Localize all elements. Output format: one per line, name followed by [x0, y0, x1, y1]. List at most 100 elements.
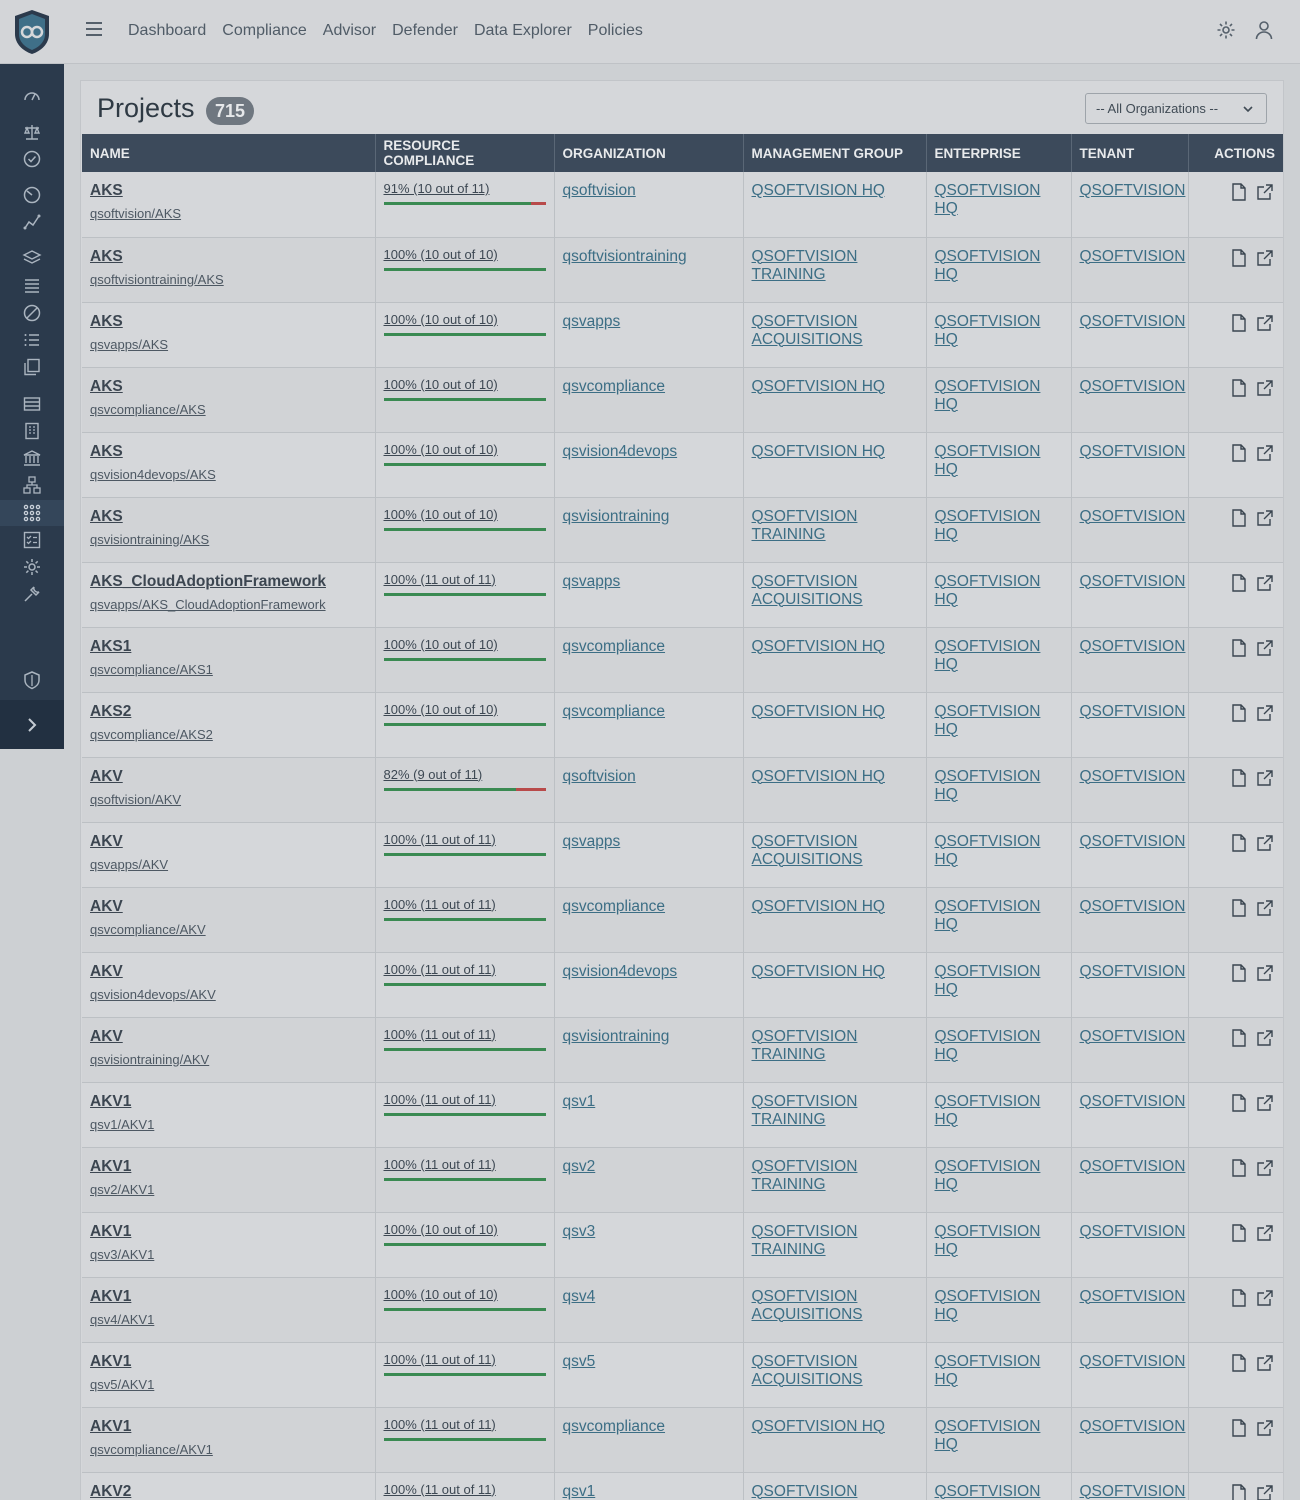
checklist-icon[interactable] — [22, 530, 42, 550]
nav-dashboard[interactable]: Dashboard — [128, 22, 206, 40]
project-name-link[interactable]: AKV — [90, 833, 367, 851]
project-name-link[interactable]: AKS — [90, 182, 367, 200]
project-path-link[interactable]: qsvapps/AKS_CloudAdoptionFramework — [90, 597, 367, 612]
external-link-icon[interactable] — [1255, 703, 1275, 723]
hierarchy-icon[interactable] — [22, 475, 42, 495]
document-icon[interactable] — [1229, 1288, 1249, 1308]
management-group-link[interactable]: QSOFTVISION HQ — [752, 898, 885, 915]
table-row[interactable]: AKS qsoftvisiontraining/AKS 100% (10 out o… — [82, 237, 1283, 303]
shield-icon[interactable] — [22, 670, 42, 690]
document-icon[interactable] — [1229, 833, 1249, 853]
project-path-link[interactable]: qsoftvisiontraining/AKS — [90, 272, 367, 287]
document-icon[interactable] — [1229, 1483, 1249, 1500]
external-link-icon[interactable] — [1255, 1288, 1275, 1308]
tenant-link[interactable]: QSOFTVISION — [1080, 1418, 1186, 1435]
enterprise-link[interactable]: QSOFTVISION HQ — [935, 1158, 1041, 1193]
compliance-link[interactable]: 100% (11 out of 11) — [384, 962, 546, 977]
project-name-link[interactable]: AKS_CloudAdoptionFramework — [90, 573, 367, 591]
organization-link[interactable]: qsv1 — [563, 1093, 596, 1110]
project-name-link[interactable]: AKV1 — [90, 1093, 367, 1111]
nav-policies[interactable]: Policies — [588, 22, 643, 40]
tenant-link[interactable]: QSOFTVISION — [1080, 573, 1186, 590]
enterprise-link[interactable]: QSOFTVISION HQ — [935, 1483, 1041, 1500]
document-icon[interactable] — [1229, 182, 1249, 202]
organization-link[interactable]: qsvapps — [563, 573, 621, 590]
management-group-link[interactable]: QSOFTVISION HQ — [752, 703, 885, 720]
external-link-icon[interactable] — [1255, 1223, 1275, 1243]
tenant-link[interactable]: QSOFTVISION — [1080, 638, 1186, 655]
compliance-link[interactable]: 100% (10 out of 10) — [384, 1287, 546, 1302]
project-name-link[interactable]: AKV2 — [90, 1483, 367, 1500]
bank-icon[interactable] — [22, 448, 42, 468]
table-row[interactable]: AKS qsvisiontraining/AKS 100% (10 out of 1… — [82, 497, 1283, 563]
project-name-link[interactable]: AKV — [90, 898, 367, 916]
organization-link[interactable]: qsvcompliance — [563, 638, 666, 655]
organization-link[interactable]: qsv3 — [563, 1223, 596, 1240]
management-group-link[interactable]: QSOFTVISION ACQUISITIONS — [752, 1353, 863, 1388]
enterprise-link[interactable]: QSOFTVISION HQ — [935, 182, 1041, 217]
table-row[interactable]: AKS qsvapps/AKS 100% (10 out of 10) qsvapps… — [82, 302, 1283, 368]
project-path-link[interactable]: qsv3/AKV1 — [90, 1247, 367, 1262]
external-link-icon[interactable] — [1255, 963, 1275, 983]
tenant-link[interactable]: QSOFTVISION — [1080, 1223, 1186, 1240]
table-row[interactable]: AKV1 qsv2/AKV1 100% (11 out of 11) qsv2 QSOF… — [82, 1147, 1283, 1213]
organization-link[interactable]: qsv1 — [563, 1483, 596, 1500]
management-group-link[interactable]: QSOFTVISION HQ — [752, 443, 885, 460]
management-group-link[interactable]: QSOFTVISION HQ — [752, 378, 885, 395]
ban-icon[interactable] — [22, 303, 42, 323]
management-group-link[interactable]: QSOFTVISION TRAINING — [752, 248, 858, 283]
project-path-link[interactable]: qsvcompliance/AKS1 — [90, 662, 367, 677]
document-icon[interactable] — [1229, 1353, 1249, 1373]
project-path-link[interactable]: qsvcompliance/AKV — [90, 922, 367, 937]
compliance-link[interactable]: 100% (11 out of 11) — [384, 897, 546, 912]
compliance-link[interactable]: 91% (10 out of 11) — [384, 181, 546, 196]
compliance-link[interactable]: 100% (10 out of 10) — [384, 247, 546, 262]
document-icon[interactable] — [1229, 1223, 1249, 1243]
external-link-icon[interactable] — [1255, 1093, 1275, 1113]
tenant-link[interactable]: QSOFTVISION — [1080, 898, 1186, 915]
nav-compliance[interactable]: Compliance — [222, 22, 306, 40]
tenant-link[interactable]: QSOFTVISION — [1080, 182, 1186, 199]
project-path-link[interactable]: qsv1/AKV1 — [90, 1117, 367, 1132]
tenant-link[interactable]: QSOFTVISION — [1080, 1483, 1186, 1500]
management-group-link[interactable]: QSOFTVISION TRAINING — [752, 1028, 858, 1063]
table-row[interactable]: AKS1 qsvcompliance/AKS1 100% (10 out of 10… — [82, 627, 1283, 693]
advisor-icon[interactable] — [22, 185, 42, 205]
external-link-icon[interactable] — [1255, 443, 1275, 463]
project-path-link[interactable]: qsvcompliance/AKS — [90, 402, 367, 417]
organization-link[interactable]: qsoftvisiontraining — [563, 248, 687, 265]
project-path-link[interactable]: qsvcompliance/AKS2 — [90, 727, 367, 742]
document-icon[interactable] — [1229, 1418, 1249, 1438]
nav-data-explorer[interactable]: Data Explorer — [474, 22, 572, 40]
compliance-link[interactable]: 82% (9 out of 11) — [384, 767, 546, 782]
management-group-link[interactable]: QSOFTVISION TRAINING — [752, 508, 858, 543]
enterprise-link[interactable]: QSOFTVISION HQ — [935, 963, 1041, 998]
document-icon[interactable] — [1229, 963, 1249, 983]
management-group-link[interactable]: QSOFTVISION TRAINING — [752, 1093, 858, 1128]
tenant-link[interactable]: QSOFTVISION — [1080, 1158, 1186, 1175]
table-row[interactable]: AKV qsvision4devops/AKV 100% (11 out of 11… — [82, 952, 1283, 1018]
organization-link[interactable]: qsvcompliance — [563, 703, 666, 720]
project-name-link[interactable]: AKV1 — [90, 1288, 367, 1306]
external-link-icon[interactable] — [1255, 833, 1275, 853]
external-link-icon[interactable] — [1255, 898, 1275, 918]
organization-link[interactable]: qsvapps — [563, 833, 621, 850]
tenant-link[interactable]: QSOFTVISION — [1080, 963, 1186, 980]
apps-grid-icon[interactable] — [22, 503, 42, 523]
enterprise-link[interactable]: QSOFTVISION HQ — [935, 898, 1041, 933]
project-path-link[interactable]: qsvcompliance/AKV1 — [90, 1442, 367, 1457]
table-row[interactable]: AKV qsoftvision/AKV 82% (9 out of 11) qsoft… — [82, 757, 1283, 823]
document-icon[interactable] — [1229, 248, 1249, 268]
organization-link[interactable]: qsvision4devops — [563, 963, 678, 980]
external-link-icon[interactable] — [1255, 1028, 1275, 1048]
organization-link[interactable]: qsv4 — [563, 1288, 596, 1305]
dashboard-gauge-icon[interactable] — [22, 86, 42, 106]
project-path-link[interactable]: qsvisiontraining/AKV — [90, 1052, 367, 1067]
compliance-link[interactable]: 100% (10 out of 10) — [384, 377, 546, 392]
project-path-link[interactable]: qsvisiontraining/AKS — [90, 532, 367, 547]
project-path-link[interactable]: qsvision4devops/AKV — [90, 987, 367, 1002]
app-logo[interactable] — [12, 8, 52, 56]
enterprise-link[interactable]: QSOFTVISION HQ — [935, 573, 1041, 608]
enterprise-link[interactable]: QSOFTVISION HQ — [935, 1028, 1041, 1063]
project-path-link[interactable]: qsvapps/AKS — [90, 337, 367, 352]
